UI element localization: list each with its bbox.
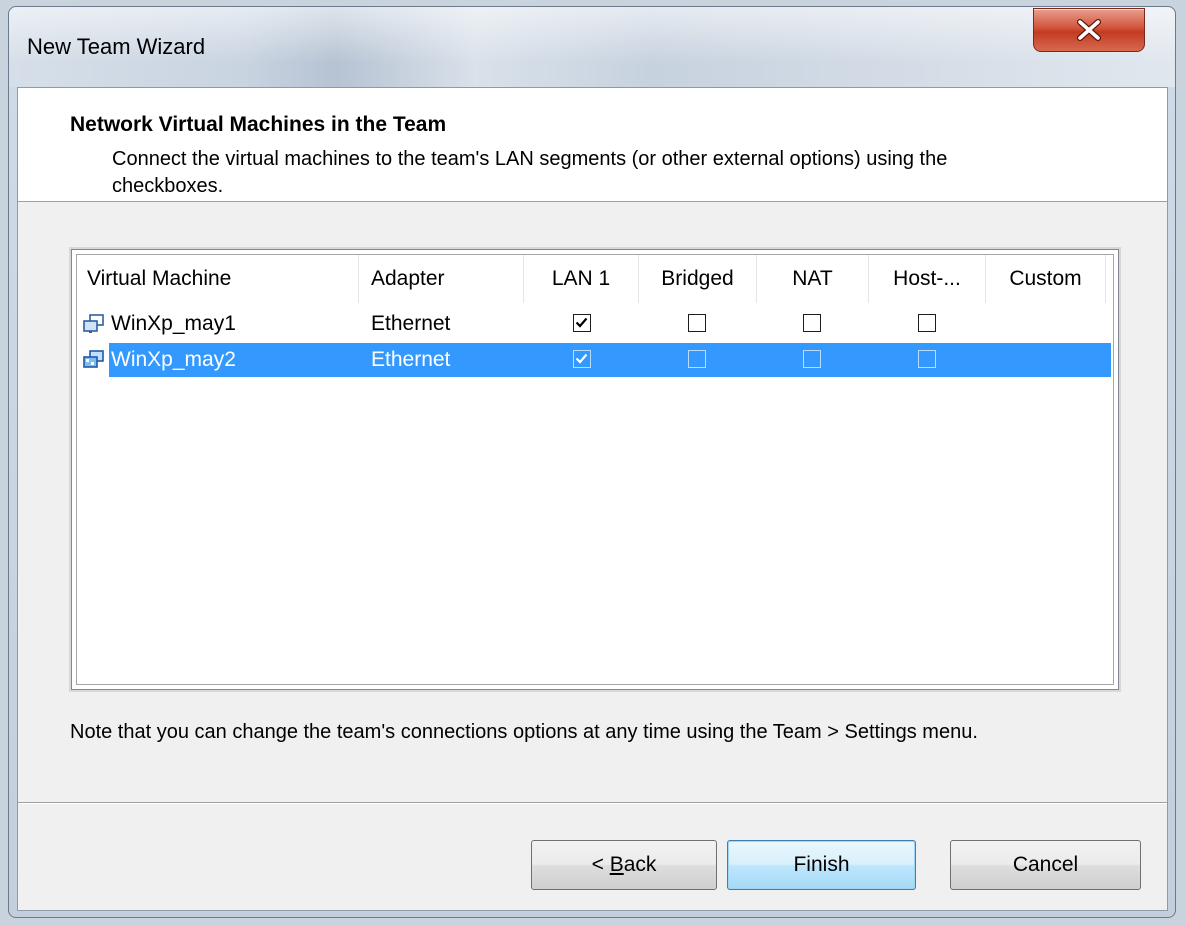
list-header: Virtual Machine Adapter LAN 1 Bridged NA… xyxy=(77,255,1113,303)
column-header-lan1[interactable]: LAN 1 xyxy=(524,255,639,303)
title-bar[interactable]: New Team Wizard xyxy=(9,7,1175,87)
finish-button[interactable]: Finish xyxy=(727,840,916,890)
host-checkbox[interactable] xyxy=(918,314,936,332)
page-subtitle: Connect the virtual machines to the team… xyxy=(112,148,948,197)
cancel-button[interactable]: Cancel xyxy=(950,840,1141,890)
back-button[interactable]: < Back xyxy=(531,840,717,890)
window-title: New Team Wizard xyxy=(27,34,206,59)
bridged-checkbox[interactable] xyxy=(688,350,706,368)
checkmark-icon xyxy=(575,317,588,328)
column-header-host[interactable]: Host-... xyxy=(869,255,986,303)
wizard-body: Network Virtual Machines in the Team Con… xyxy=(17,87,1168,911)
nat-checkbox[interactable] xyxy=(803,314,821,332)
wizard-window: New Team Wizard Network Virtual Machines… xyxy=(8,6,1176,918)
vm-name: WinXp_may1 xyxy=(111,312,236,335)
close-icon xyxy=(1077,19,1101,41)
virtual-machine-icon xyxy=(83,314,104,333)
separator xyxy=(18,802,1167,804)
vm-name: WinXp_may2 xyxy=(111,348,236,371)
table-row[interactable]: WinXp_may1 Ethernet xyxy=(77,307,1113,341)
virtual-machine-running-icon xyxy=(83,350,104,368)
column-header-bridged[interactable]: Bridged xyxy=(639,255,757,303)
checkmark-icon xyxy=(575,353,588,364)
adapter-name: Ethernet xyxy=(371,348,451,371)
column-header-adapter[interactable]: Adapter xyxy=(359,255,524,303)
adapter-name: Ethernet xyxy=(371,312,451,335)
bridged-checkbox[interactable] xyxy=(688,314,706,332)
lan1-checkbox[interactable] xyxy=(573,314,591,332)
column-header-virtual-machine[interactable]: Virtual Machine xyxy=(77,255,359,303)
column-header-custom[interactable]: Custom xyxy=(986,255,1106,303)
note-text: Note that you can change the team's conn… xyxy=(70,721,978,743)
table-row[interactable]: WinXp_may2 Ethernet xyxy=(109,343,1111,377)
close-button[interactable] xyxy=(1033,8,1145,52)
page-title: Network Virtual Machines in the Team xyxy=(70,113,447,136)
nat-checkbox[interactable] xyxy=(803,350,821,368)
host-checkbox[interactable] xyxy=(918,350,936,368)
column-header-nat[interactable]: NAT xyxy=(757,255,869,303)
wizard-header: Network Virtual Machines in the Team Con… xyxy=(18,88,1167,202)
lan1-checkbox[interactable] xyxy=(573,350,591,368)
vm-network-list[interactable]: Virtual Machine Adapter LAN 1 Bridged NA… xyxy=(69,247,1121,692)
